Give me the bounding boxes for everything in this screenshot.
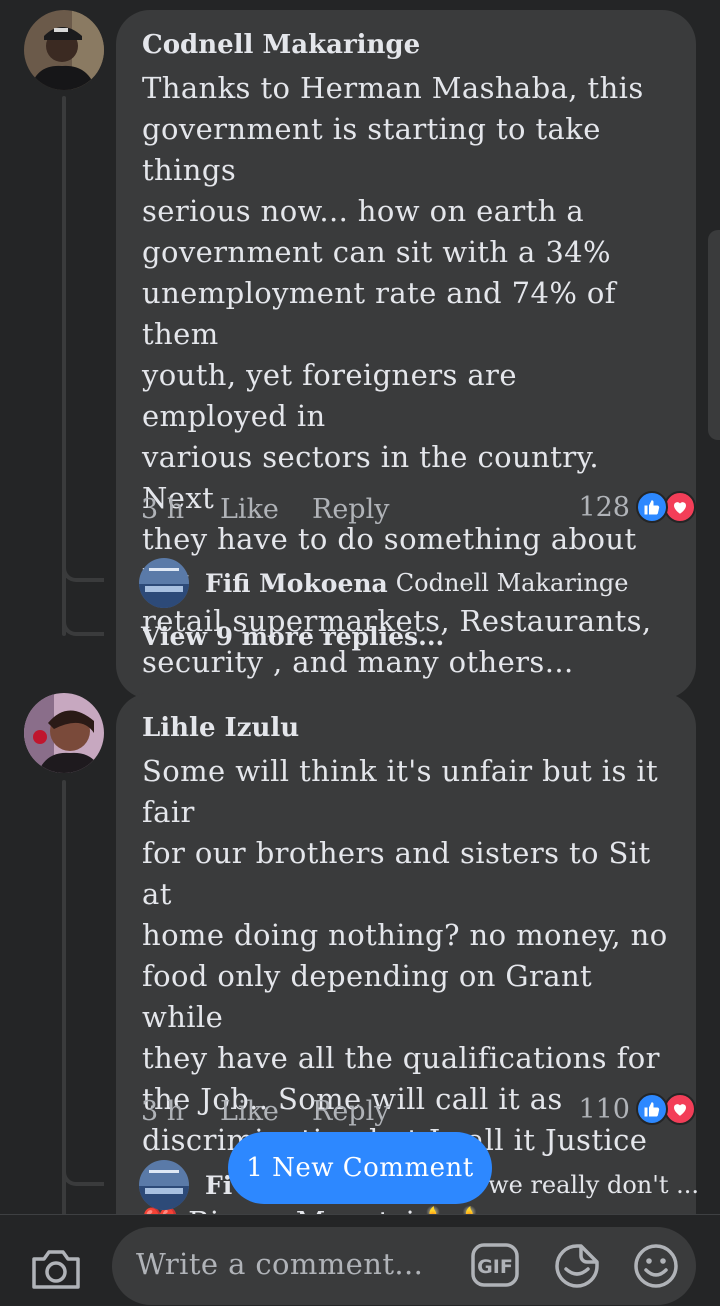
reply-connector	[62, 520, 104, 582]
comment-input-placeholder[interactable]: Write a comment...	[136, 1247, 423, 1281]
avatar[interactable]	[24, 10, 104, 90]
reactions[interactable]: 110	[578, 1089, 696, 1129]
reaction-count[interactable]: 110	[578, 1094, 630, 1125]
reactions[interactable]: 128	[578, 487, 696, 527]
comment-line: home doing nothing? no money, no	[142, 918, 668, 952]
like-button[interactable]: Like	[220, 494, 312, 525]
love-reaction-icon	[664, 491, 696, 523]
reply-button[interactable]: Reply	[312, 1096, 389, 1127]
reply-author[interactable]: Fifi Mokoena	[205, 569, 388, 598]
comment-line: Some will think it's unfair but is it fa…	[142, 754, 659, 829]
comment-line: unemployment rate and 74% of them	[142, 276, 616, 351]
reply-button[interactable]: Reply	[312, 494, 389, 525]
comment-author[interactable]: Codnell Makaringe	[142, 28, 670, 62]
comment-time[interactable]: 3 h	[141, 494, 220, 525]
comment-line: Thanks to Herman Mashaba, this	[142, 71, 644, 105]
comment-input[interactable]: Write a comment... GIF	[112, 1227, 696, 1305]
view-more-replies[interactable]: View 9 more replies...	[141, 622, 444, 651]
avatar[interactable]	[24, 693, 104, 773]
love-reaction-icon	[664, 1093, 696, 1125]
comment-actions: 3 h Like Reply	[141, 489, 389, 529]
reaction-count[interactable]: 128	[578, 492, 630, 523]
comment-author[interactable]: Lihle Izulu	[142, 711, 670, 745]
comment-line: serious now... how on earth a	[142, 194, 585, 228]
comment-line: they have all the qualifications for	[142, 1041, 660, 1075]
scrollbar[interactable]	[708, 230, 720, 440]
gif-icon[interactable]: GIF	[470, 1242, 520, 1292]
comment-line: food only depending on Grant while	[142, 959, 593, 1034]
new-comment-pill[interactable]: 1 New Comment	[228, 1132, 492, 1204]
like-button[interactable]: Like	[220, 1096, 312, 1127]
avatar[interactable]	[139, 1160, 189, 1210]
reply-preview[interactable]: Fifi Mokoena Codnell Makaringe	[139, 558, 629, 608]
comment-line: youth, yet foreigners are employed in	[142, 358, 517, 433]
comment-composer: Write a comment... GIF	[0, 1214, 720, 1306]
like-reaction-icon	[636, 1093, 668, 1125]
reply-text: d we really don't ...	[465, 1171, 699, 1199]
emoji-icon[interactable]	[632, 1242, 680, 1294]
reply-connector	[62, 574, 104, 636]
comment-time[interactable]: 3 h	[141, 1096, 220, 1127]
reply-text: Codnell Makaringe	[395, 569, 629, 597]
like-reaction-icon	[636, 491, 668, 523]
comment-line: government is starting to take things	[142, 112, 601, 187]
comment-actions: 3 h Like Reply	[141, 1091, 389, 1131]
reply-connector	[62, 1124, 104, 1186]
sticker-icon[interactable]	[552, 1242, 602, 1294]
avatar[interactable]	[139, 558, 189, 608]
svg-text:GIF: GIF	[477, 1256, 513, 1278]
comment-line: government can sit with a 34%	[142, 235, 611, 269]
camera-icon[interactable]	[30, 1247, 82, 1295]
comment-line: for our brothers and sisters to Sit at	[142, 836, 651, 911]
